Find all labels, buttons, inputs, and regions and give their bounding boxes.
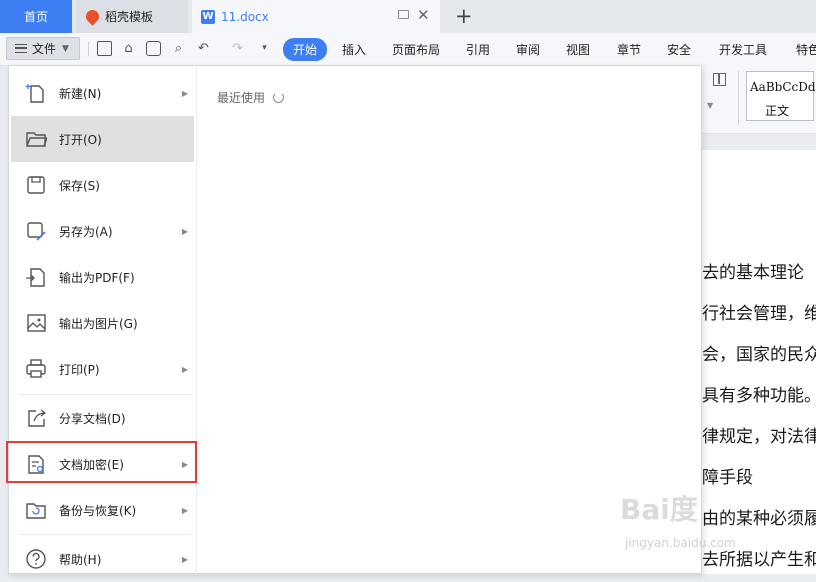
tab-page-layout[interactable]: 页面布局 (392, 41, 440, 58)
ribbon-bar: 文件 ▼ ⌂ ⌕ ↶ ↷ ▾ 开始 插入 页面布局 引用 审阅 视图 章节 安全… (0, 33, 816, 66)
tab-review[interactable]: 审阅 (516, 41, 540, 58)
menu-item-share[interactable]: 分享文档(D) (11, 395, 194, 441)
menu-item-label: 打印(P) (59, 362, 100, 377)
customize-quick-icon[interactable]: ▾ (257, 41, 272, 56)
menu-item-label: 新建(N) (59, 86, 102, 101)
tab-bar: 首页 稻壳模板 W 11.docx ✕ + (0, 0, 816, 33)
watermark-url: jingyan.baidu.com (625, 536, 736, 550)
menu-item-help[interactable]: 帮助(H) ▶ (11, 536, 194, 582)
docer-logo-icon (83, 7, 102, 26)
writer-doc-icon: W (201, 9, 215, 24)
recent-files-label: 最近使用 (217, 91, 266, 105)
menu-item-export-pdf[interactable]: 输出为PDF(F) (11, 254, 194, 300)
file-menu-button[interactable]: 文件 ▼ (6, 37, 80, 60)
open-folder-icon (26, 132, 47, 147)
table-style-icon[interactable] (713, 73, 726, 86)
tab-template-label: 稻壳模板 (105, 10, 154, 24)
close-tab-icon[interactable]: ✕ (417, 7, 430, 24)
tab-start[interactable]: 开始 (283, 38, 328, 61)
redo-icon[interactable]: ↷ (230, 41, 245, 56)
hamburger-icon (15, 44, 27, 53)
doc-line: 去的基本理论 (702, 263, 804, 283)
tab-home-label: 首页 (23, 10, 48, 24)
doc-line: 行社会管理，维 (702, 304, 816, 324)
tab-chapter[interactable]: 章节 (617, 41, 641, 58)
tab-developer[interactable]: 开发工具 (719, 41, 767, 58)
menu-item-backup[interactable]: 备份与恢复(K) ▶ (11, 487, 194, 533)
tab-features[interactable]: 特色 (796, 41, 816, 58)
share-icon (28, 409, 47, 427)
chevron-down-icon: ▼ (62, 43, 69, 54)
menu-item-label: 分享文档(D) (59, 411, 126, 426)
tab-template[interactable]: 稻壳模板 (76, 0, 188, 33)
highlight-box (6, 441, 197, 483)
submenu-arrow-icon: ▶ (181, 226, 188, 236)
styles-group: ▼ AaBbCcDd 正文 (702, 65, 816, 134)
menu-item-label: 另存为(A) (59, 224, 113, 239)
new-tab-button[interactable]: + (455, 4, 473, 28)
new-file-icon (25, 84, 44, 103)
watermark-logo: Bai度 (620, 493, 698, 526)
menu-item-label: 帮助(H) (59, 552, 102, 567)
export-image-icon (27, 314, 46, 332)
doc-line: 律规定，对法律 (702, 427, 816, 447)
toolbar-separator (88, 42, 89, 56)
menu-item-print[interactable]: 打印(P) ▶ (11, 346, 194, 392)
menu-item-save-as[interactable]: 另存为(A) ▶ (11, 208, 194, 254)
file-menu-label: 文件 (32, 42, 57, 56)
tab-insert[interactable]: 插入 (342, 41, 366, 58)
style-normal[interactable]: AaBbCcDd 正文 (746, 71, 816, 121)
menu-item-export-image[interactable]: 输出为图片(G) (11, 300, 194, 346)
tab-references[interactable]: 引用 (466, 41, 490, 58)
chevron-down-icon[interactable]: ▼ (707, 101, 713, 110)
print-quick-icon[interactable] (146, 41, 161, 56)
doc-line: 会，国家的民众 (702, 345, 816, 365)
tab-view[interactable]: 视图 (566, 41, 590, 58)
window-mode-icon[interactable] (398, 10, 409, 19)
menu-item-save[interactable]: 保存(S) (11, 162, 194, 208)
tab-security[interactable]: 安全 (667, 41, 691, 58)
menu-item-new[interactable]: 新建(N) ▶ (11, 70, 194, 116)
style-sample-text: AaBbCcDd (750, 80, 816, 94)
backup-icon (26, 503, 46, 519)
print-icon (26, 359, 46, 378)
save-quick-icon[interactable] (97, 41, 112, 56)
menu-item-label: 输出为PDF(F) (59, 270, 135, 285)
tab-document[interactable]: W 11.docx ✕ (192, 0, 440, 33)
doc-line: 由的某种必须履 (702, 509, 816, 529)
submenu-arrow-icon: ▶ (181, 88, 188, 98)
recent-files-header: 最近使用 (217, 89, 285, 106)
submenu-arrow-icon: ▶ (181, 554, 188, 564)
export-pdf-icon (26, 268, 45, 287)
tab-home[interactable]: 首页 (0, 0, 72, 33)
document-area: 去的基本理论 行社会管理，维 会，国家的民众 具有多种功能。 律规定，对法律 障… (702, 134, 816, 574)
file-menu-list: 新建(N) ▶ 打开(O) 保存(S) 另存为(A) ▶ 输出为PDF(F) 输… (9, 66, 197, 575)
submenu-arrow-icon: ▶ (181, 505, 188, 515)
refresh-icon[interactable] (273, 92, 285, 103)
doc-line: 障手段 (702, 468, 753, 488)
menu-item-label: 备份与恢复(K) (59, 503, 137, 518)
doc-line: 具有多种功能。 (702, 386, 816, 406)
help-icon (26, 549, 46, 569)
document-page[interactable]: 去的基本理论 行社会管理，维 会，国家的民众 具有多种功能。 律规定，对法律 障… (702, 150, 816, 574)
format-painter-icon[interactable]: ⌂ (121, 41, 136, 56)
file-menu-panel: 新建(N) ▶ 打开(O) 保存(S) 另存为(A) ▶ 输出为PDF(F) 输… (8, 65, 702, 575)
menu-item-label: 打开(O) (59, 132, 102, 147)
menu-item-label: 保存(S) (59, 178, 100, 193)
style-name: 正文 (765, 104, 790, 118)
tab-document-label: 11.docx (221, 9, 269, 24)
undo-icon[interactable]: ↶ (196, 41, 211, 56)
print-preview-icon[interactable]: ⌕ (171, 41, 186, 56)
menu-divider (19, 534, 191, 535)
group-separator (738, 71, 739, 125)
menu-item-label: 输出为图片(G) (59, 316, 138, 331)
save-as-icon (27, 222, 46, 241)
submenu-arrow-icon: ▶ (181, 364, 188, 374)
save-icon (27, 176, 45, 194)
menu-item-open[interactable]: 打开(O) (11, 116, 194, 162)
